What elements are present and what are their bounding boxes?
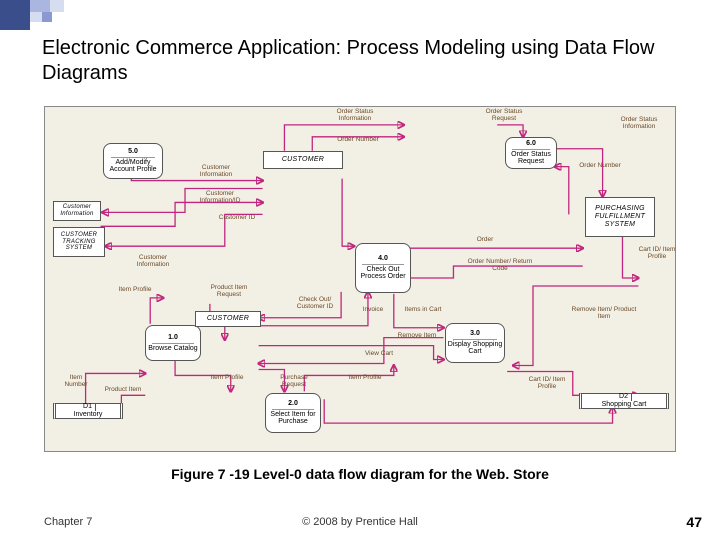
flow-label: Invoice <box>353 307 393 314</box>
footer-copyright: © 2008 by Prentice Hall <box>0 516 720 528</box>
flow-label: Order Number <box>575 163 625 170</box>
flow-label: Remove Item/ Product Item <box>571 307 637 321</box>
flow-label: Customer Information <box>125 255 181 269</box>
flow-label: Customer ID <box>213 215 261 222</box>
flow-label: Customer Information <box>187 165 245 179</box>
flow-label: Order <box>465 237 505 244</box>
process-3: 3.0Display Shopping Cart <box>445 323 505 363</box>
page-number: 47 <box>686 514 702 530</box>
process-6: 6.0Order Status Request <box>505 137 557 169</box>
corner-decoration <box>0 0 160 36</box>
flow-label: Item Profile <box>209 375 245 382</box>
flow-label: Item Profile <box>115 287 155 294</box>
flow-label: View Cart <box>361 351 397 358</box>
flow-label: Product Item Request <box>205 285 253 299</box>
external-customer-top: CUSTOMER <box>263 151 343 169</box>
external-pfs: PURCHASING FULFILLMENT SYSTEM <box>585 197 655 237</box>
flow-label: Cart ID/ Item Profile <box>521 377 573 391</box>
flow-label: Item Profile <box>347 375 383 382</box>
datastore-d2: D2Shopping Cart <box>579 393 669 409</box>
process-2: 2.0Select Item for Purchase <box>265 393 321 433</box>
flow-label: Customer Information/ID <box>187 191 253 205</box>
external-cts: CUSTOMER TRACKING SYSTEM <box>53 227 105 257</box>
flow-label: Order Number <box>333 137 383 144</box>
external-customer-info: Customer Information <box>53 201 101 221</box>
flow-label: Order Number/ Return Code <box>465 259 535 273</box>
process-4: 4.0Check Out Process Order <box>355 243 411 293</box>
process-5: 5.0Add/Modify Account Profile <box>103 143 163 179</box>
slide-title: Electronic Commerce Application: Process… <box>42 36 690 86</box>
flow-label: Items in Cart <box>401 307 445 314</box>
flow-label: Cart ID/ Item Profile <box>635 247 679 261</box>
flow-label: Order Status Request <box>477 109 531 123</box>
flow-label: Check Out/ Customer ID <box>287 297 343 311</box>
dfd-diagram: 5.0Add/Modify Account Profile CUSTOMER 6… <box>44 106 676 452</box>
flow-label: Order Status Information <box>611 117 667 131</box>
flow-label: Product Item <box>103 387 143 394</box>
flow-label: Item Number <box>59 375 93 389</box>
flow-label: Order Status Information <box>325 109 385 123</box>
figure-caption: Figure 7 -19 Level-0 data flow diagram f… <box>0 466 720 482</box>
flow-label: Remove Item <box>397 333 437 340</box>
process-1: 1.0Browse Catalog <box>145 325 201 361</box>
datastore-d1: D1Inventory <box>53 403 123 419</box>
external-customer-mid: CUSTOMER <box>195 311 261 327</box>
flow-label: Purchase Request <box>271 375 317 389</box>
